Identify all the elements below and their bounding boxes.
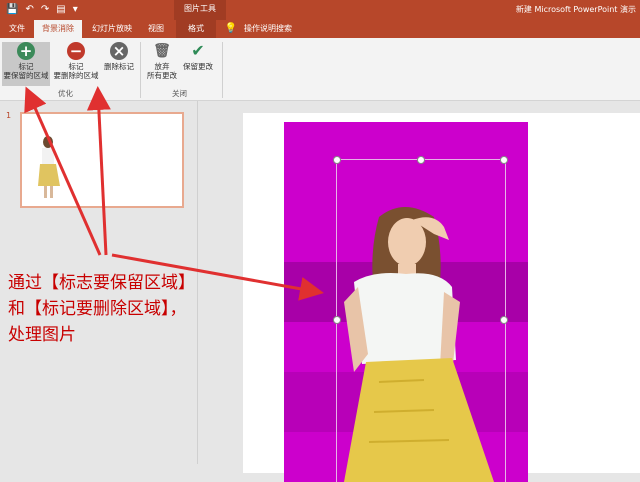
arrow-to-remove-button [86,86,111,256]
annotation-arrows [24,86,324,301]
annotation-text: 通过【标志要保留区域】 和【标记要删除区域】， 处理图片 [8,270,248,348]
arrow-to-keep-button [24,86,102,256]
annotation-line: 处理图片 [8,325,76,345]
annotation-line: 和【标记要删除区域】， [8,299,187,319]
annotation-line: 通过【标志要保留区域】 [8,273,195,293]
